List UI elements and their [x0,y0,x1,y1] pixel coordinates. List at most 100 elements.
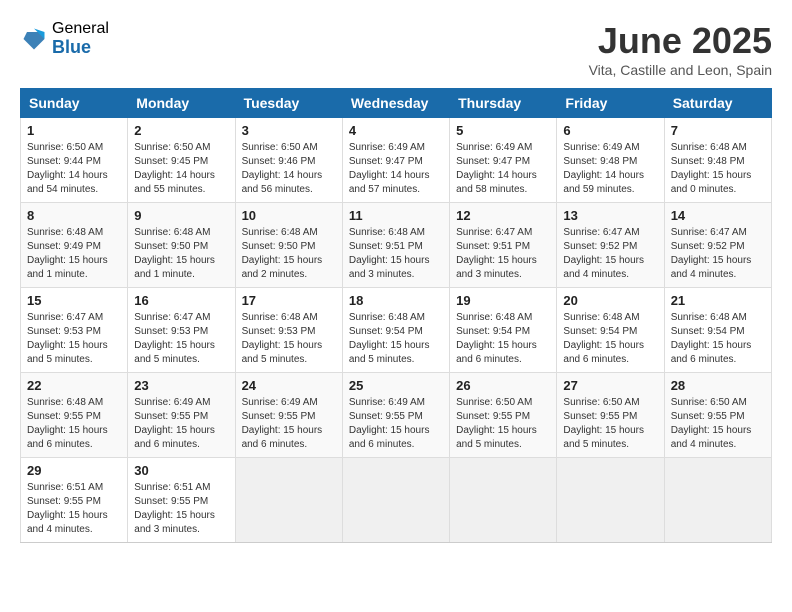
logo-blue: Blue [52,38,109,58]
daylight-label: Daylight: 14 hours and 59 minutes. [563,170,644,195]
calendar-week-3: 15 Sunrise: 6:47 AM Sunset: 9:53 PM Dayl… [21,288,772,373]
col-header-tuesday: Tuesday [235,89,342,118]
cell-info: Sunrise: 6:47 AM Sunset: 9:52 PM Dayligh… [563,226,657,282]
sunrise-label: Sunrise: 6:49 AM [456,142,532,153]
sunrise-label: Sunrise: 6:50 AM [456,397,532,408]
logo-icon [20,25,48,53]
daylight-label: Daylight: 15 hours and 5 minutes. [349,340,430,365]
calendar-cell [557,458,664,543]
calendar-cell: 20 Sunrise: 6:48 AM Sunset: 9:54 PM Dayl… [557,288,664,373]
sunset-label: Sunset: 9:47 PM [349,156,423,167]
calendar-cell [342,458,449,543]
cell-info: Sunrise: 6:48 AM Sunset: 9:51 PM Dayligh… [349,226,443,282]
sunrise-label: Sunrise: 6:50 AM [134,142,210,153]
calendar-cell: 14 Sunrise: 6:47 AM Sunset: 9:52 PM Dayl… [664,203,771,288]
logo: General Blue [20,20,109,57]
day-number: 20 [563,293,657,308]
cell-info: Sunrise: 6:48 AM Sunset: 9:50 PM Dayligh… [134,226,228,282]
daylight-label: Daylight: 15 hours and 0 minutes. [671,170,752,195]
sunset-label: Sunset: 9:55 PM [27,411,101,422]
calendar-cell: 21 Sunrise: 6:48 AM Sunset: 9:54 PM Dayl… [664,288,771,373]
calendar-week-5: 29 Sunrise: 6:51 AM Sunset: 9:55 PM Dayl… [21,458,772,543]
calendar-cell: 2 Sunrise: 6:50 AM Sunset: 9:45 PM Dayli… [128,118,235,203]
day-number: 5 [456,123,550,138]
daylight-label: Daylight: 15 hours and 5 minutes. [242,340,323,365]
sunrise-label: Sunrise: 6:49 AM [349,142,425,153]
col-header-saturday: Saturday [664,89,771,118]
col-header-thursday: Thursday [450,89,557,118]
sunrise-label: Sunrise: 6:48 AM [27,227,103,238]
calendar-cell: 23 Sunrise: 6:49 AM Sunset: 9:55 PM Dayl… [128,373,235,458]
cell-info: Sunrise: 6:48 AM Sunset: 9:48 PM Dayligh… [671,141,765,197]
calendar-week-2: 8 Sunrise: 6:48 AM Sunset: 9:49 PM Dayli… [21,203,772,288]
cell-info: Sunrise: 6:50 AM Sunset: 9:55 PM Dayligh… [563,396,657,452]
calendar-table: SundayMondayTuesdayWednesdayThursdayFrid… [20,88,772,543]
cell-info: Sunrise: 6:48 AM Sunset: 9:49 PM Dayligh… [27,226,121,282]
sunset-label: Sunset: 9:47 PM [456,156,530,167]
daylight-label: Daylight: 14 hours and 56 minutes. [242,170,323,195]
calendar-cell: 8 Sunrise: 6:48 AM Sunset: 9:49 PM Dayli… [21,203,128,288]
cell-info: Sunrise: 6:48 AM Sunset: 9:54 PM Dayligh… [456,311,550,367]
calendar-cell: 7 Sunrise: 6:48 AM Sunset: 9:48 PM Dayli… [664,118,771,203]
sunset-label: Sunset: 9:55 PM [349,411,423,422]
sunset-label: Sunset: 9:50 PM [134,241,208,252]
cell-info: Sunrise: 6:47 AM Sunset: 9:51 PM Dayligh… [456,226,550,282]
sunset-label: Sunset: 9:49 PM [27,241,101,252]
daylight-label: Daylight: 15 hours and 1 minute. [134,255,215,280]
day-number: 13 [563,208,657,223]
day-number: 18 [349,293,443,308]
sunset-label: Sunset: 9:54 PM [349,326,423,337]
calendar-cell: 4 Sunrise: 6:49 AM Sunset: 9:47 PM Dayli… [342,118,449,203]
day-number: 29 [27,463,121,478]
sunrise-label: Sunrise: 6:49 AM [563,142,639,153]
day-number: 26 [456,378,550,393]
cell-info: Sunrise: 6:51 AM Sunset: 9:55 PM Dayligh… [134,481,228,537]
cell-info: Sunrise: 6:48 AM Sunset: 9:54 PM Dayligh… [563,311,657,367]
cell-info: Sunrise: 6:48 AM Sunset: 9:50 PM Dayligh… [242,226,336,282]
calendar-cell: 6 Sunrise: 6:49 AM Sunset: 9:48 PM Dayli… [557,118,664,203]
cell-info: Sunrise: 6:47 AM Sunset: 9:52 PM Dayligh… [671,226,765,282]
cell-info: Sunrise: 6:49 AM Sunset: 9:55 PM Dayligh… [242,396,336,452]
sunrise-label: Sunrise: 6:47 AM [456,227,532,238]
day-number: 30 [134,463,228,478]
day-number: 2 [134,123,228,138]
sunset-label: Sunset: 9:55 PM [671,411,745,422]
location-subtitle: Vita, Castille and Leon, Spain [589,62,772,78]
sunrise-label: Sunrise: 6:48 AM [671,142,747,153]
calendar-cell: 13 Sunrise: 6:47 AM Sunset: 9:52 PM Dayl… [557,203,664,288]
sunrise-label: Sunrise: 6:48 AM [27,397,103,408]
calendar-cell: 3 Sunrise: 6:50 AM Sunset: 9:46 PM Dayli… [235,118,342,203]
calendar-cell: 28 Sunrise: 6:50 AM Sunset: 9:55 PM Dayl… [664,373,771,458]
daylight-label: Daylight: 15 hours and 5 minutes. [563,425,644,450]
calendar-cell: 29 Sunrise: 6:51 AM Sunset: 9:55 PM Dayl… [21,458,128,543]
day-number: 12 [456,208,550,223]
daylight-label: Daylight: 15 hours and 6 minutes. [27,425,108,450]
daylight-label: Daylight: 15 hours and 6 minutes. [242,425,323,450]
cell-info: Sunrise: 6:50 AM Sunset: 9:55 PM Dayligh… [671,396,765,452]
cell-info: Sunrise: 6:50 AM Sunset: 9:44 PM Dayligh… [27,141,121,197]
calendar-cell: 1 Sunrise: 6:50 AM Sunset: 9:44 PM Dayli… [21,118,128,203]
daylight-label: Daylight: 15 hours and 6 minutes. [671,340,752,365]
day-number: 22 [27,378,121,393]
day-number: 16 [134,293,228,308]
day-number: 24 [242,378,336,393]
calendar-cell: 15 Sunrise: 6:47 AM Sunset: 9:53 PM Dayl… [21,288,128,373]
daylight-label: Daylight: 15 hours and 6 minutes. [349,425,430,450]
sunrise-label: Sunrise: 6:49 AM [134,397,210,408]
calendar-cell: 25 Sunrise: 6:49 AM Sunset: 9:55 PM Dayl… [342,373,449,458]
calendar-cell: 10 Sunrise: 6:48 AM Sunset: 9:50 PM Dayl… [235,203,342,288]
sunset-label: Sunset: 9:55 PM [563,411,637,422]
sunset-label: Sunset: 9:55 PM [242,411,316,422]
calendar-week-4: 22 Sunrise: 6:48 AM Sunset: 9:55 PM Dayl… [21,373,772,458]
cell-info: Sunrise: 6:49 AM Sunset: 9:55 PM Dayligh… [134,396,228,452]
page-header: General Blue June 2025 Vita, Castille an… [20,20,772,78]
calendar-cell: 22 Sunrise: 6:48 AM Sunset: 9:55 PM Dayl… [21,373,128,458]
day-number: 1 [27,123,121,138]
sunrise-label: Sunrise: 6:47 AM [27,312,103,323]
month-title: June 2025 [589,20,772,62]
daylight-label: Daylight: 15 hours and 3 minutes. [456,255,537,280]
sunrise-label: Sunrise: 6:48 AM [349,227,425,238]
daylight-label: Daylight: 14 hours and 58 minutes. [456,170,537,195]
cell-info: Sunrise: 6:49 AM Sunset: 9:48 PM Dayligh… [563,141,657,197]
day-number: 19 [456,293,550,308]
